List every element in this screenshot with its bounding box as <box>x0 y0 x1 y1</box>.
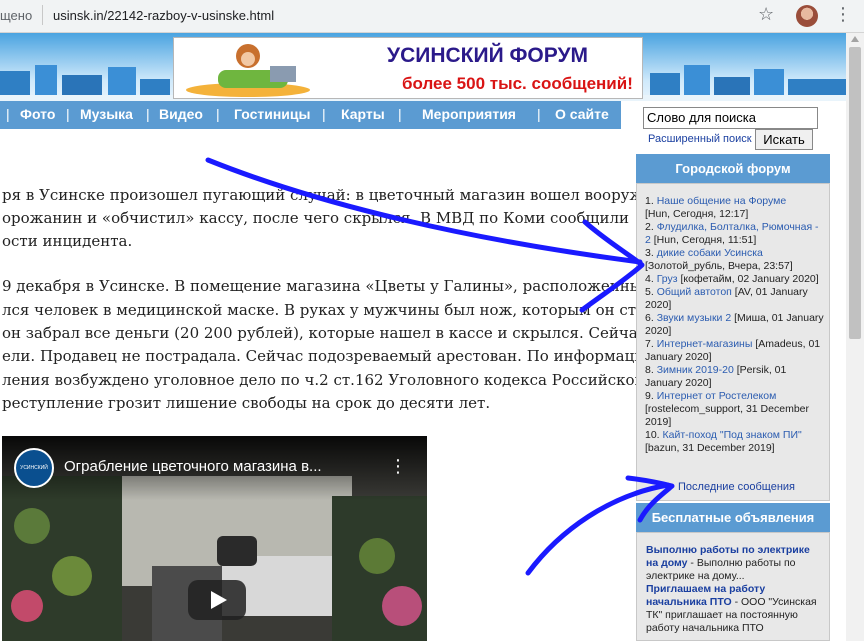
nav-item-music[interactable]: Музыка <box>80 106 133 122</box>
item-number: 1. <box>645 195 654 207</box>
forum-topic-link[interactable]: Звуки музыки 2 <box>657 312 731 324</box>
nav-divider: | <box>66 106 70 122</box>
forum-ad-banner[interactable]: УСИНСКИЙ ФОРУМ более 500 тыс. сообщений! <box>173 37 643 99</box>
last-messages-link[interactable]: Последние сообщения <box>678 481 795 493</box>
forum-topic-link[interactable]: Наше общение на Форуме <box>657 195 787 207</box>
list-item: 4. Груз [кофетайм, 02 January 2020] <box>645 273 825 286</box>
nav-divider: | <box>322 106 326 122</box>
ads-list: Выполню работы по электрике на дому - Вы… <box>646 544 818 635</box>
browser-address-bar: щено usinsk.in/22142-razboy-v-usinske.ht… <box>0 0 864 33</box>
nav-divider: | <box>398 106 402 122</box>
item-number: 9. <box>645 390 654 402</box>
list-item: Выполню работы по электрике на дому - Вы… <box>646 544 818 583</box>
list-item: 10. Кайт-поход "Под знаком ПИ" [bazun, 31… <box>645 429 825 455</box>
list-item: 7. Интернет-магазины [Amadeus, 01 Januar… <box>645 338 825 364</box>
item-number: 2. <box>645 221 654 233</box>
ads-panel-header: Бесплатные объявления <box>636 503 830 532</box>
item-number: 10. <box>645 429 660 441</box>
scrollbar-thumb[interactable] <box>849 47 861 339</box>
banner-subtitle: более 500 тыс. сообщений! <box>402 74 633 93</box>
list-item: Приглашаем на работу начальника ПТО - ОО… <box>646 583 818 635</box>
article-line: реступление грозит лишение свободы на ср… <box>2 394 491 412</box>
forum-topic-link[interactable]: Общий автотоп <box>657 286 732 298</box>
item-meta: [bazun, 31 December 2019] <box>645 442 775 454</box>
nav-divider: | <box>6 106 10 122</box>
list-item: 6. Звуки музыки 2 [Миша, 01 January 2020… <box>645 312 825 338</box>
item-meta: [Hun, Сегодня, 11:51] <box>653 234 757 246</box>
item-number: 4. <box>645 273 654 285</box>
list-item: 9. Интернет от Ростелеком [rostelecom_sup… <box>645 390 825 429</box>
list-item: 1. Наше общение на Форуме [Hun, Сегодня, … <box>645 195 825 221</box>
nav-item-events[interactable]: Мероприятия <box>422 106 516 122</box>
advanced-search-link[interactable]: Расширенный поиск <box>648 133 752 145</box>
nav-item-video[interactable]: Видео <box>159 106 203 122</box>
article-line: ости инцидента. <box>2 232 133 250</box>
nav-item-photo[interactable]: Фото <box>20 106 55 122</box>
item-meta: [rostelecom_support, 31 December 2019] <box>645 403 809 428</box>
forum-topic-link[interactable]: Зимник 2019-20 <box>657 364 734 376</box>
channel-logo[interactable]: УСИНСКИЙ <box>14 448 54 488</box>
item-meta: [кофетайм, 02 January 2020] <box>680 273 819 285</box>
article-line: он забрал все деньги (20 200 рублей), ко… <box>2 324 700 342</box>
address-divider <box>42 5 43 25</box>
forum-topic-link[interactable]: Кайт-поход "Под знаком ПИ" <box>663 429 802 441</box>
banner-title: УСИНСКИЙ ФОРУМ <box>387 44 589 67</box>
forum-topic-link[interactable]: Интернет от Ростелеком <box>657 390 777 402</box>
item-number: 3. <box>645 247 654 259</box>
forum-topic-list: 1. Наше общение на Форуме [Hun, Сегодня, … <box>645 195 825 455</box>
article-line: лся человек в медицинской маске. В руках… <box>2 301 655 319</box>
forum-topic-link[interactable]: дикие собаки Усинска <box>657 247 763 259</box>
article-line: ления возбуждено уголовное дело по ч.2 с… <box>2 371 645 389</box>
girl-with-laptop-image <box>186 44 310 97</box>
nav-item-maps[interactable]: Карты <box>341 106 385 122</box>
play-icon[interactable] <box>188 580 246 620</box>
article-line: ели. Продавец не пострадала. Сейчас подо… <box>2 347 655 365</box>
list-item: 8. Зимник 2019-20 [Persik, 01 January 20… <box>645 364 825 390</box>
connection-security-label[interactable]: щено <box>0 8 32 23</box>
forum-topic-link[interactable]: Груз <box>657 273 678 285</box>
nav-divider: | <box>537 106 541 122</box>
item-number: 5. <box>645 286 654 298</box>
browser-menu-icon[interactable]: ⋮ <box>834 4 852 25</box>
video-title[interactable]: Ограбление цветочного магазина в... <box>64 458 322 475</box>
site-header: УСИНСКИЙ ФОРУМ более 500 тыс. сообщений! <box>0 33 846 101</box>
item-number: 7. <box>645 338 654 350</box>
forum-topic-link[interactable]: Интернет-магазины <box>657 338 753 350</box>
item-meta: [Hun, Сегодня, 12:17] <box>645 208 749 220</box>
bookmark-star-icon[interactable]: ☆ <box>758 4 774 25</box>
list-item: 3. дикие собаки Усинска [Золотой_рубль, В… <box>645 247 825 273</box>
search-input[interactable]: Слово для поиска <box>643 107 818 129</box>
item-meta: [Золотой_рубль, Вчера, 23:57] <box>645 260 793 272</box>
list-item: 2. Флудилка, Болталка, Рюмочная - 2 [Hun… <box>645 221 825 247</box>
forum-panel-header: Городской форум <box>636 154 830 183</box>
nav-divider: | <box>216 106 220 122</box>
video-player[interactable]: УСИНСКИЙ Ограбление цветочного магазина … <box>2 436 427 641</box>
list-item: 5. Общий автотоп [AV, 01 January 2020] <box>645 286 825 312</box>
main-nav: | Фото | Музыка | Видео | Гостиницы | Ка… <box>0 101 621 129</box>
item-number: 8. <box>645 364 654 376</box>
article-line: 9 декабря в Усинске. В помещение магазин… <box>2 277 676 295</box>
search-button[interactable]: Искать <box>755 129 813 150</box>
scroll-up-arrow-icon[interactable] <box>851 36 859 42</box>
profile-avatar[interactable] <box>796 5 818 27</box>
page-scrollbar[interactable] <box>846 33 864 641</box>
article-line: ря в Усинске произошел пугающий случай: … <box>2 186 695 204</box>
url-field[interactable]: usinsk.in/22142-razboy-v-usinske.html <box>53 8 274 23</box>
video-more-icon[interactable]: ⋮ <box>389 456 407 477</box>
nav-divider: | <box>146 106 150 122</box>
nav-item-about[interactable]: О сайте <box>555 106 609 122</box>
item-number: 6. <box>645 312 654 324</box>
nav-item-hotels[interactable]: Гостиницы <box>234 106 310 122</box>
article-line: орожанин и «обчистил» кассу, после чего … <box>2 209 630 227</box>
